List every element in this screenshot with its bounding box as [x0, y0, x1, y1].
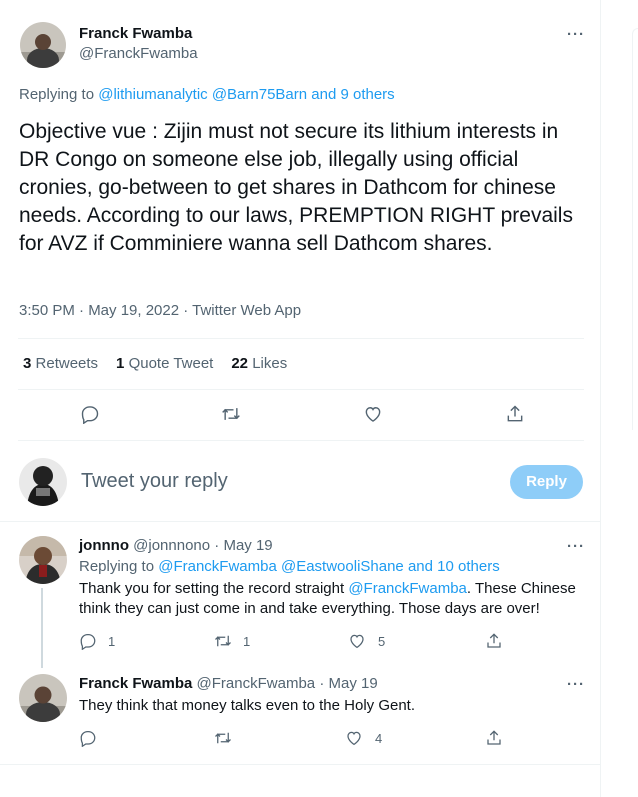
divider [18, 389, 584, 390]
tweet-text: Objective vue : Zijin must not secure it… [19, 120, 573, 255]
divider [0, 521, 601, 522]
reply-avatar[interactable] [19, 536, 67, 584]
tweet-timestamp[interactable]: 3:50 PM · May 19, 2022 · Twitter Web App [19, 302, 301, 319]
retweets-stat[interactable]: 3 Retweets [23, 355, 98, 372]
author-name[interactable]: Franck Fwamba [79, 25, 192, 42]
like-count: 4 [375, 731, 383, 746]
quote-label: Quote Tweet [128, 355, 214, 372]
reply-text-mention[interactable]: @FranckFwamba [348, 580, 467, 597]
reply-input[interactable]: Tweet your reply [81, 470, 228, 493]
timeline-column: Franck Fwamba @FranckFwamba ··· Replying… [0, 0, 601, 797]
reply-author-handle[interactable]: @jonnnono [133, 537, 210, 554]
replying-to-others[interactable]: and 9 others [311, 86, 394, 103]
thread-line [41, 588, 43, 668]
likes-stat[interactable]: 22 Likes [231, 355, 287, 372]
author-avatar[interactable] [20, 22, 66, 68]
divider [0, 764, 601, 765]
retweet-icon[interactable] [221, 404, 241, 424]
reply-author-handle[interactable]: @FranckFwamba [197, 675, 316, 692]
quote-stat[interactable]: 1 Quote Tweet [116, 355, 213, 372]
divider [18, 440, 584, 441]
replying-to-mentions[interactable]: @FranckFwamba @EastwooliShane [158, 558, 404, 575]
reply-icon[interactable] [80, 404, 100, 425]
reply-header: Franck Fwamba @FranckFwamba · May 19 [79, 675, 378, 692]
more-horizontal-icon[interactable]: ··· [567, 539, 585, 554]
author-handle[interactable]: @FranckFwamba [79, 45, 198, 62]
share-icon[interactable] [485, 729, 503, 747]
divider [18, 338, 584, 339]
retweet-icon[interactable] [214, 729, 232, 747]
more-horizontal-icon[interactable]: ··· [567, 27, 585, 42]
engagement-stats: 3 Retweets 1 Quote Tweet 22 Likes [23, 355, 287, 372]
retweet-icon[interactable] [214, 632, 232, 650]
retweets-count: 3 [23, 355, 32, 372]
reply-header: jonnno @jonnnono · May 19 [79, 537, 273, 554]
reply-author-name[interactable]: Franck Fwamba [79, 675, 192, 692]
likes-label: Likes [252, 355, 288, 372]
replying-to-label: Replying to [19, 86, 95, 103]
current-user-avatar[interactable] [19, 458, 67, 506]
replying-to: Replying to @lithiumanalytic @Barn75Barn… [19, 86, 395, 103]
heart-icon[interactable] [348, 632, 366, 650]
likes-count: 22 [231, 355, 249, 372]
retweets-label: Retweets [35, 355, 99, 372]
replying-to-mentions[interactable]: @lithiumanalytic @Barn75Barn [98, 86, 307, 103]
reply-author-name[interactable]: jonnno [79, 537, 129, 554]
reply-avatar[interactable] [19, 674, 67, 722]
more-horizontal-icon[interactable]: ··· [567, 677, 585, 692]
reply-text: They think that money talks even to the … [79, 697, 416, 714]
reply-text-part: Thank you for setting the record straigh… [79, 580, 349, 597]
reply-text: Thank you for setting the record straigh… [79, 579, 584, 619]
reply-button[interactable]: Reply [510, 465, 583, 499]
reply-replying-to: Replying to @FranckFwamba @EastwooliShan… [79, 558, 500, 575]
heart-icon[interactable] [363, 404, 383, 424]
quote-count: 1 [116, 355, 125, 372]
like-count: 5 [378, 634, 386, 649]
share-icon[interactable] [485, 632, 503, 650]
reply-date[interactable]: · May 19 [214, 537, 272, 554]
reply-icon[interactable] [79, 632, 97, 651]
replying-to-label: Replying to [79, 558, 155, 575]
heart-icon[interactable] [345, 729, 363, 747]
retweet-count: 1 [243, 634, 251, 649]
reply-count: 1 [108, 634, 116, 649]
replying-to-others[interactable]: and 10 others [408, 558, 500, 575]
share-icon[interactable] [505, 404, 525, 424]
reply-icon[interactable] [79, 729, 97, 748]
sidebar-panel-edge [632, 28, 638, 430]
reply-date[interactable]: · May 19 [319, 675, 377, 692]
